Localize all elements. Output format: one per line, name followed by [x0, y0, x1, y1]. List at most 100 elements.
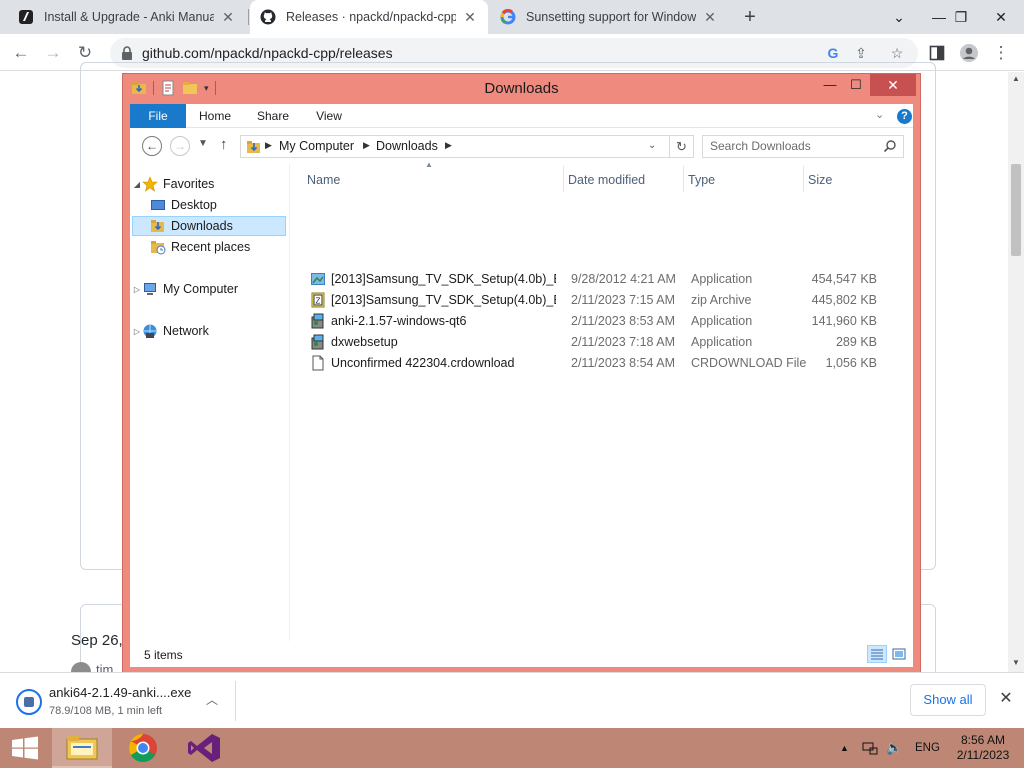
scrollbar-thumb[interactable] — [1011, 164, 1021, 256]
tab-anki-manual[interactable]: Install & Upgrade - Anki Manual ✕ — [8, 0, 246, 34]
file-date: 2/11/2023 8:53 AM — [571, 314, 676, 328]
column-divider[interactable] — [563, 166, 564, 192]
collapse-triangle-icon[interactable]: ◢ — [132, 180, 142, 189]
close-icon[interactable]: ✕ — [702, 9, 718, 26]
breadcrumb-chevron-icon[interactable]: ▶ — [265, 140, 272, 151]
tab-npackd-releases[interactable]: Releases · npackd/npackd-cpp ✕ — [250, 0, 488, 34]
release-date: Sep 26, — [71, 632, 123, 649]
nav-network[interactable]: ▷ Network — [132, 321, 286, 341]
start-button[interactable] — [0, 728, 50, 768]
item-count: 5 items — [144, 648, 183, 662]
volume-icon[interactable]: 🔈 — [886, 728, 902, 768]
share-icon[interactable]: ⇪ — [852, 44, 870, 62]
close-icon[interactable]: ✕ — [996, 689, 1016, 709]
network-tray-icon[interactable] — [862, 728, 878, 768]
close-icon[interactable]: ✕ — [870, 74, 916, 96]
navigation-bar: ← → ▼ ↑ ▶ My Computer ▶ Downloads ▶ ⌄ ↻ — [130, 128, 913, 164]
search-icon[interactable] — [883, 139, 897, 153]
tab-sunsetting-support[interactable]: Sunsetting support for Windows ✕ — [490, 0, 728, 34]
profile-avatar-icon[interactable] — [956, 40, 982, 66]
address-breadcrumb[interactable]: ▶ My Computer ▶ Downloads ▶ ⌄ — [240, 135, 670, 158]
close-icon[interactable]: ✕ — [220, 9, 236, 26]
search-downloads-box[interactable] — [702, 135, 904, 158]
show-hidden-icons-chevron-icon[interactable]: ▲ — [840, 728, 849, 768]
column-header-type[interactable]: Type — [688, 170, 715, 190]
file-row[interactable]: dxwebsetup 2/11/2023 7:18 AM Application… — [300, 332, 890, 353]
file-type: Application — [691, 272, 753, 286]
release-author[interactable]: tim — [96, 662, 113, 672]
system-clock[interactable]: 8:56 AM 2/11/2023 — [950, 733, 1016, 763]
close-icon[interactable]: ✕ — [462, 9, 478, 26]
nav-desktop[interactable]: Desktop — [132, 195, 286, 215]
file-size: 445,802 KB — [811, 293, 877, 307]
download-file-name: anki64-2.1.49-anki....exe — [49, 685, 192, 700]
show-all-button[interactable]: Show all — [910, 684, 986, 716]
tab-search-chevron-icon[interactable]: ⌄ — [878, 0, 920, 34]
expand-triangle-icon[interactable]: ▷ — [132, 327, 142, 336]
nav-recent-places[interactable]: Recent places — [132, 237, 286, 257]
file-name: [2013]Samsung_TV_SDK_Setup(4.0b)_Ecli... — [331, 293, 556, 307]
column-divider[interactable] — [803, 166, 804, 192]
large-icons-view-icon[interactable] — [889, 645, 909, 663]
zip-icon: Z — [311, 292, 325, 308]
bookmark-star-icon[interactable]: ☆ — [888, 44, 906, 62]
tab-divider — [248, 9, 249, 25]
download-item[interactable]: anki64-2.1.49-anki....exe 78.9/108 MB, 1… — [10, 681, 234, 721]
google-lens-icon[interactable]: G — [824, 44, 842, 62]
chevron-up-icon[interactable]: ︿ — [206, 691, 218, 708]
address-dropdown-chevron-icon[interactable]: ⌄ — [648, 140, 656, 151]
column-header-date-modified[interactable]: Date modified — [568, 170, 645, 190]
up-arrow-icon[interactable]: ↑ — [220, 136, 228, 153]
tab-home[interactable]: Home — [190, 104, 240, 128]
expand-ribbon-chevron-icon[interactable]: ⌄ — [875, 108, 884, 121]
breadcrumb-downloads[interactable]: Downloads — [376, 139, 438, 153]
tab-share[interactable]: Share — [248, 104, 298, 128]
close-window-icon[interactable]: ✕ — [980, 0, 1022, 34]
new-tab-button[interactable]: + — [738, 5, 762, 29]
more-menu-icon[interactable]: ⋮ — [988, 40, 1014, 66]
expand-triangle-icon[interactable]: ▷ — [132, 285, 142, 294]
help-icon[interactable]: ? — [897, 109, 912, 124]
tab-file[interactable]: File — [130, 104, 186, 128]
shelf-divider — [235, 681, 236, 721]
nav-my-computer[interactable]: ▷ My Computer — [132, 279, 286, 299]
file-row[interactable]: anki-2.1.57-windows-qt6 2/11/2023 8:53 A… — [300, 311, 890, 332]
page-scrollbar[interactable]: ▲ ▼ — [1008, 72, 1024, 672]
tab-view[interactable]: View — [304, 104, 354, 128]
breadcrumb-chevron-icon[interactable]: ▶ — [445, 140, 452, 151]
back-arrow-icon[interactable]: ← — [142, 136, 162, 156]
minimize-icon[interactable]: — — [817, 74, 843, 96]
windows-taskbar: ▲ 🔈 ENG 8:56 AM 2/11/2023 — [0, 728, 1024, 768]
breadcrumb-my-computer[interactable]: My Computer — [279, 139, 354, 153]
file-explorer-icon — [66, 736, 98, 760]
language-indicator[interactable]: ENG — [915, 728, 940, 768]
file-row[interactable]: Z [2013]Samsung_TV_SDK_Setup(4.0b)_Ecli.… — [300, 290, 890, 311]
taskbar-chrome[interactable] — [113, 728, 173, 768]
nav-favorites[interactable]: ◢ Favorites — [132, 174, 286, 194]
taskbar-file-explorer[interactable] — [52, 728, 112, 768]
scroll-up-arrow-icon[interactable]: ▲ — [1012, 74, 1020, 83]
recent-locations-chevron-icon[interactable]: ▼ — [198, 138, 208, 149]
file-row[interactable]: [2013]Samsung_TV_SDK_Setup(4.0b)_Ecli...… — [300, 269, 890, 290]
file-row[interactable]: Unconfirmed 422304.crdownload 2/11/2023 … — [300, 353, 890, 374]
explorer-title-bar[interactable]: ▾ Downloads — ☐ ✕ — [123, 74, 920, 102]
star-icon — [142, 176, 158, 192]
details-view-icon[interactable] — [867, 645, 887, 663]
column-divider[interactable] — [683, 166, 684, 192]
scroll-down-arrow-icon[interactable]: ▼ — [1012, 658, 1020, 667]
nav-downloads[interactable]: Downloads — [132, 216, 286, 236]
refresh-icon[interactable]: ↻ — [670, 135, 694, 158]
column-header-name[interactable]: Name — [307, 170, 340, 190]
explorer-status-bar: 5 items — [130, 641, 913, 667]
column-header-size[interactable]: Size — [808, 170, 832, 190]
search-input[interactable] — [710, 139, 880, 153]
back-arrow-icon[interactable]: ← — [8, 40, 34, 66]
breadcrumb-chevron-icon[interactable]: ▶ — [363, 140, 370, 151]
maximize-icon[interactable]: ☐ — [843, 74, 869, 96]
file-type: CRDOWNLOAD File — [691, 356, 807, 370]
taskbar-visual-studio[interactable] — [175, 728, 235, 768]
anki-icon — [18, 9, 34, 25]
restore-icon[interactable]: ❐ — [942, 0, 980, 34]
forward-arrow-icon[interactable]: → — [170, 136, 190, 156]
forward-arrow-icon[interactable]: → — [40, 40, 66, 66]
